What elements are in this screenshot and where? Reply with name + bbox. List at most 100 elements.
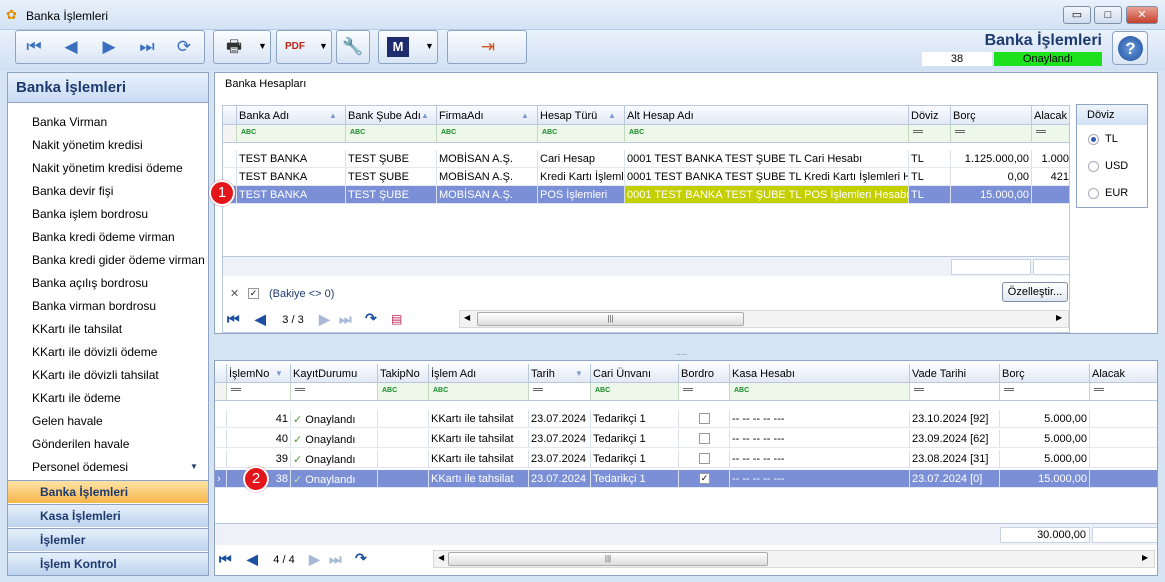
scroll-down-icon[interactable]: ▼ bbox=[190, 462, 198, 471]
cell[interactable]: Kredi Kartı İşlemle bbox=[538, 168, 625, 186]
col-bordro[interactable]: Bordro bbox=[679, 364, 730, 383]
sidebar-item[interactable]: Banka Virman bbox=[32, 115, 107, 129]
cell[interactable]: -- -- -- -- --- bbox=[730, 450, 910, 468]
cell[interactable] bbox=[679, 410, 730, 428]
filter-cell[interactable] bbox=[1090, 383, 1157, 401]
col-kayit-durumu[interactable]: KayıtDurumu bbox=[291, 364, 378, 383]
print-button[interactable]: 🖶 ▼ bbox=[213, 30, 271, 64]
sidebar-item[interactable]: Gelen havale bbox=[32, 414, 103, 428]
cell[interactable] bbox=[378, 470, 429, 488]
filter-cell[interactable]: ABC bbox=[730, 383, 910, 401]
sidebar-item[interactable]: Nakit yönetim kredisi ödeme bbox=[32, 161, 183, 175]
cell[interactable]: TL bbox=[909, 168, 951, 186]
filter-cell[interactable] bbox=[951, 125, 1032, 143]
col-kasa-hesabi[interactable]: Kasa Hesabı bbox=[730, 364, 910, 383]
sidebar-item[interactable]: KKartı ile dövizli ödeme bbox=[32, 345, 157, 359]
cell[interactable] bbox=[378, 450, 429, 468]
cell[interactable]: 23.07.2024 [0] bbox=[910, 470, 1000, 488]
cell[interactable]: ✓ bbox=[679, 470, 730, 488]
scroll-right-icon[interactable]: ▶ bbox=[1056, 313, 1062, 322]
nav-islem-kontrol[interactable]: İşlem Kontrol bbox=[8, 552, 208, 575]
nav-last-icon[interactable]: ⏭ bbox=[329, 551, 342, 568]
cell[interactable]: TEST ŞUBE bbox=[346, 150, 437, 168]
col-alacak[interactable]: Alacak bbox=[1032, 106, 1069, 125]
cell-selected[interactable]: 0001 TEST BANKA TEST ŞUBE TL POS İşlemle… bbox=[625, 186, 909, 204]
col-alacak[interactable]: Alacak bbox=[1090, 364, 1157, 383]
close-button[interactable]: ✕ bbox=[1126, 6, 1158, 24]
nav-refresh-icon[interactable]: ↷ bbox=[355, 550, 367, 567]
cell[interactable]: MOBİSAN A.Ş. bbox=[437, 150, 538, 168]
cell[interactable] bbox=[679, 430, 730, 448]
cell[interactable]: TEST BANKA bbox=[237, 150, 346, 168]
cell[interactable] bbox=[1090, 410, 1157, 428]
col-alt-hesap[interactable]: Alt Hesap Adı bbox=[625, 106, 909, 125]
refresh-icon[interactable]: ⟳ bbox=[168, 33, 200, 61]
radio-eur[interactable] bbox=[1088, 188, 1099, 199]
filter-clear-icon[interactable]: ✕ bbox=[230, 287, 239, 300]
scroll-left-icon[interactable]: ◀ bbox=[438, 553, 444, 562]
col-doviz[interactable]: Döviz bbox=[909, 106, 951, 125]
filter-cell[interactable]: ABC bbox=[538, 125, 625, 143]
sidebar-item[interactable]: Banka devir fişi bbox=[32, 184, 113, 198]
filter-text[interactable]: (Bakiye <> 0) bbox=[269, 288, 334, 300]
cell[interactable] bbox=[1090, 450, 1157, 468]
cell[interactable]: 15.000,00 bbox=[951, 186, 1032, 204]
cell[interactable]: 0,00 bbox=[951, 168, 1032, 186]
cell[interactable]: 0001 TEST BANKA TEST ŞUBE TL Kredi Kartı… bbox=[625, 168, 909, 186]
nav-last-icon[interactable]: ⏭ bbox=[339, 311, 352, 328]
filter-cell[interactable]: ABC bbox=[437, 125, 538, 143]
help-button[interactable]: ? bbox=[1112, 31, 1148, 65]
col-cari-unvani[interactable]: Cari Ünvanı bbox=[591, 364, 679, 383]
cell[interactable]: 421 bbox=[1032, 168, 1069, 186]
cell[interactable] bbox=[1090, 470, 1157, 488]
sidebar-item[interactable]: Banka kredi ödeme virman bbox=[32, 230, 175, 244]
filter-cell[interactable]: ABC bbox=[625, 125, 909, 143]
sidebar-item[interactable]: Banka işlem bordrosu bbox=[32, 207, 148, 221]
sidebar-item[interactable]: KKartı ile dövizli tahsilat bbox=[32, 368, 159, 382]
cell[interactable]: 23.07.2024 bbox=[529, 410, 591, 428]
cell[interactable]: ✓ Onaylandı bbox=[291, 410, 378, 428]
nav-first-icon[interactable]: ⏮ bbox=[219, 551, 232, 568]
scroll-left-icon[interactable]: ◀ bbox=[464, 313, 470, 322]
cell[interactable]: -- -- -- -- --- bbox=[730, 470, 910, 488]
cell[interactable]: TEST BANKA bbox=[237, 186, 346, 204]
nav-banka-islemleri[interactable]: Banka İşlemleri bbox=[8, 480, 208, 503]
cell[interactable]: 23.07.2024 bbox=[529, 470, 591, 488]
cell[interactable]: POS İşlemleri bbox=[538, 186, 625, 204]
cell[interactable]: 1.125.000,00 bbox=[951, 150, 1032, 168]
prev-record-icon[interactable]: ◀ bbox=[55, 33, 87, 61]
cell[interactable]: 0001 TEST BANKA TEST ŞUBE TL Cari Hesabı bbox=[625, 150, 909, 168]
horizontal-scrollbar[interactable]: ◀ ||| ▶ bbox=[459, 310, 1069, 328]
cell[interactable]: -- -- -- -- --- bbox=[730, 410, 910, 428]
bordro-checkbox[interactable] bbox=[699, 433, 710, 444]
cell[interactable]: -- -- -- -- --- bbox=[730, 430, 910, 448]
filter-cell[interactable]: ABC bbox=[429, 383, 529, 401]
filter-cell[interactable] bbox=[529, 383, 591, 401]
sidebar-item[interactable]: KKartı ile tahsilat bbox=[32, 322, 122, 336]
filter-cell[interactable]: ABC bbox=[237, 125, 346, 143]
sidebar-item[interactable]: Nakit yönetim kredisi bbox=[32, 138, 143, 152]
filter-cell[interactable] bbox=[1032, 125, 1069, 143]
cell[interactable]: Tedarikçi 1 bbox=[591, 410, 679, 428]
cell[interactable] bbox=[1032, 186, 1069, 204]
customize-button[interactable]: Özelleştir... bbox=[1002, 282, 1068, 302]
cell[interactable]: 41 bbox=[227, 410, 291, 428]
cell[interactable]: 5.000,00 bbox=[1000, 430, 1090, 448]
cell[interactable] bbox=[1090, 430, 1157, 448]
cell[interactable]: 23.08.2024 [31] bbox=[910, 450, 1000, 468]
col-vade-tarihi[interactable]: Vade Tarihi bbox=[910, 364, 1000, 383]
cell[interactable]: MOBİSAN A.Ş. bbox=[437, 168, 538, 186]
cell[interactable]: KKartı ile tahsilat bbox=[429, 470, 529, 488]
nav-next-icon[interactable]: ▶ bbox=[319, 311, 330, 328]
bordro-checkbox[interactable] bbox=[699, 413, 710, 424]
next-record-icon[interactable]: ▶ bbox=[93, 33, 125, 61]
filter-cell[interactable] bbox=[679, 383, 730, 401]
sidebar-item[interactable]: Banka kredi gider ödeme virman bbox=[32, 253, 205, 267]
pdf-export-button[interactable]: PDF ▼ bbox=[276, 30, 332, 64]
cell[interactable]: 15.000,00 bbox=[1000, 470, 1090, 488]
cell[interactable]: TEST ŞUBE bbox=[346, 168, 437, 186]
maximize-button[interactable]: □ bbox=[1094, 6, 1122, 24]
filter-cell[interactable]: ABC bbox=[378, 383, 429, 401]
col-islem-adi[interactable]: İşlem Adı bbox=[429, 364, 529, 383]
cell[interactable] bbox=[679, 450, 730, 468]
